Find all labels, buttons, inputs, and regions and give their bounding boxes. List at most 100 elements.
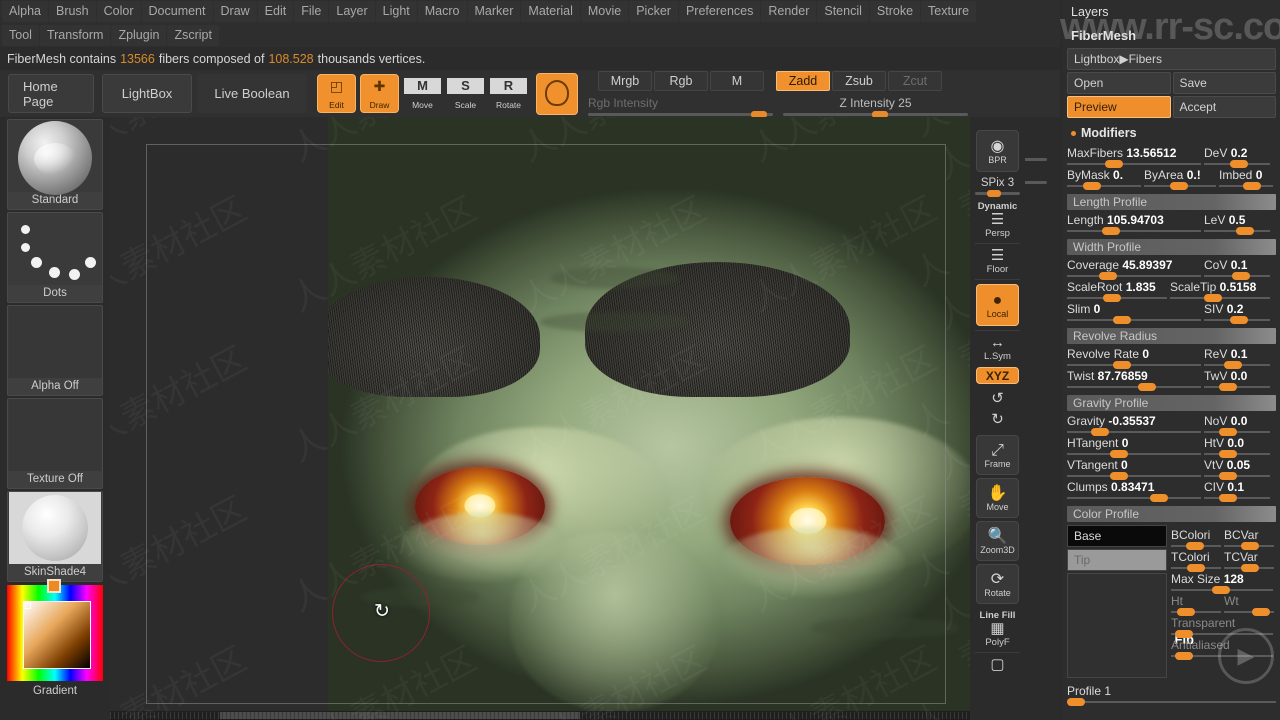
slider-knob[interactable]	[1218, 494, 1237, 502]
fiber-preview-box[interactable]: Fib	[1067, 573, 1194, 678]
rgb-button[interactable]: Rgb	[654, 71, 708, 91]
slider-track[interactable]	[1067, 272, 1201, 280]
slider-knob[interactable]	[1235, 227, 1254, 235]
menu-item-movie[interactable]: Movie	[580, 1, 629, 22]
slider-length[interactable]: Length 105.94703	[1067, 213, 1201, 235]
floor-button[interactable]: ☰ Floor	[976, 248, 1019, 276]
frame-button[interactable]: ⤢ Frame	[976, 435, 1019, 475]
slider-track[interactable]	[1171, 608, 1221, 616]
fibermesh-palette-title[interactable]: FiberMesh	[1063, 23, 1280, 47]
slider-bcvar[interactable]: BCVar	[1224, 528, 1274, 550]
menu-item-picker[interactable]: Picker	[629, 1, 678, 22]
zadd-button[interactable]: Zadd	[776, 71, 830, 91]
z-intensity-slider[interactable]: Z Intensity 25	[783, 96, 968, 118]
slider-knob[interactable]	[1218, 383, 1237, 391]
rotate-cw-button[interactable]: ↻	[976, 412, 1019, 428]
slider-civ[interactable]: CIV 0.1	[1204, 480, 1270, 502]
slider-track[interactable]	[1204, 227, 1270, 235]
rotate-ccw-button[interactable]: ↺	[976, 391, 1019, 407]
slider-knob[interactable]	[1241, 542, 1259, 550]
menu-item-color[interactable]: Color	[96, 1, 141, 22]
slider-nov[interactable]: NoV 0.0	[1204, 414, 1270, 436]
draw-mode-button[interactable]: ✚ Draw	[360, 74, 399, 113]
slider-knob[interactable]	[1112, 361, 1131, 369]
slider-wt[interactable]: Wt	[1224, 594, 1274, 616]
move-view-button[interactable]: ✋ Move	[976, 478, 1019, 518]
slider-knob[interactable]	[1112, 316, 1131, 324]
slider-track[interactable]	[1204, 494, 1270, 502]
slider-track[interactable]	[1067, 294, 1167, 302]
slider-track[interactable]	[1067, 160, 1201, 168]
local-transform-button[interactable]: ● Local	[976, 284, 1019, 326]
length-profile-band[interactable]: Length Profile	[1067, 194, 1276, 210]
slider-knob[interactable]	[1083, 182, 1102, 190]
slider-dev[interactable]: DeV 0.2	[1204, 146, 1270, 168]
slider-clumps[interactable]: Clumps 0.83471	[1067, 480, 1201, 502]
live-boolean-button[interactable]: Live Boolean	[197, 74, 307, 113]
layers-palette-title[interactable]: Layers	[1063, 0, 1280, 23]
slider-bcolori[interactable]: BColori	[1171, 528, 1221, 550]
stroke-slot[interactable]: Dots	[7, 212, 103, 303]
accept-button[interactable]: Accept	[1172, 96, 1276, 118]
slider-knob[interactable]	[1091, 428, 1110, 436]
bpr-render-button[interactable]: ◉ BPR	[976, 130, 1019, 172]
tip-color-swatch[interactable]: Tip	[1067, 549, 1167, 571]
menu-item-material[interactable]: Material	[521, 1, 580, 22]
slider-knob[interactable]	[1204, 294, 1222, 302]
slider-knob[interactable]	[1175, 630, 1194, 638]
slider-knob[interactable]	[1138, 383, 1157, 391]
slider-knob[interactable]	[1099, 272, 1118, 280]
slider-tcvar[interactable]: TCVar	[1224, 550, 1274, 572]
preview-button[interactable]: Preview	[1067, 96, 1171, 118]
viewport-canvas[interactable]: ↻ M 人人素材 人人素材社区人人素材社区人人素材社区人人素材社区人人素材社区人…	[110, 117, 970, 720]
slider-scaletip[interactable]: ScaleTip 0.5158	[1170, 280, 1270, 302]
rotate-mode-button[interactable]: R Rotate	[489, 74, 528, 113]
slider-track[interactable]	[1204, 450, 1270, 458]
menu-item-tool[interactable]: Tool	[2, 24, 39, 46]
home-page-button[interactable]: Home Page	[8, 74, 94, 113]
slider-knob[interactable]	[1230, 316, 1249, 324]
slider-knob[interactable]	[1186, 542, 1204, 550]
slider-track[interactable]	[1204, 428, 1270, 436]
local-symmetry-button[interactable]: ↔ L.Sym	[976, 335, 1019, 363]
lightbox-fibers-button[interactable]: Lightbox▶Fibers	[1067, 48, 1276, 70]
slider-knob[interactable]	[1109, 472, 1128, 480]
spix-label[interactable]: SPix 3	[970, 177, 1025, 189]
slider-knob[interactable]	[1187, 564, 1205, 572]
zsub-button[interactable]: Zsub	[832, 71, 886, 91]
width-profile-band[interactable]: Width Profile	[1067, 239, 1276, 255]
menu-item-stroke[interactable]: Stroke	[869, 1, 921, 22]
perspective-button[interactable]: Dynamic ☰ Persp	[976, 201, 1019, 239]
menu-item-macro[interactable]: Macro	[417, 1, 467, 22]
save-button[interactable]: Save	[1172, 72, 1276, 94]
slider-track[interactable]	[1067, 316, 1201, 324]
slider-knob[interactable]	[1218, 428, 1237, 436]
texture-slot[interactable]: Texture Off	[7, 398, 103, 489]
spix-slider[interactable]	[975, 190, 1020, 197]
slider-knob[interactable]	[1169, 182, 1188, 190]
slider-tcolori[interactable]: TColori	[1171, 550, 1221, 572]
menu-item-render[interactable]: Render	[761, 1, 817, 22]
slider-siv[interactable]: SIV 0.2	[1204, 302, 1270, 324]
slider-track[interactable]	[1067, 361, 1201, 369]
menu-item-layer[interactable]: Layer	[329, 1, 375, 22]
slider-track[interactable]	[1067, 428, 1201, 436]
slider-track[interactable]	[1170, 294, 1270, 302]
canvas-horizontal-scrollbar[interactable]	[110, 711, 970, 720]
revolve-radius-band[interactable]: Revolve Radius	[1067, 328, 1276, 344]
modifiers-section-header[interactable]: Modifiers	[1063, 120, 1280, 143]
slider-scaleroot[interactable]: ScaleRoot 1.835	[1067, 280, 1167, 302]
slider-twv[interactable]: TwV 0.0	[1204, 369, 1270, 391]
profile1-slider[interactable]: Profile 1	[1067, 684, 1276, 706]
slider-knob[interactable]	[1211, 586, 1230, 594]
slider-track[interactable]	[1171, 564, 1221, 572]
slider-knob[interactable]	[1218, 472, 1237, 480]
slider-maxfibers[interactable]: MaxFibers 13.56512	[1067, 146, 1201, 168]
mrgb-button[interactable]: Mrgb	[598, 71, 652, 91]
slider-track[interactable]	[1204, 272, 1270, 280]
slider-bymask[interactable]: ByMask 0.	[1067, 168, 1141, 190]
slider-cov[interactable]: CoV 0.1	[1204, 258, 1270, 280]
menu-item-edit[interactable]: Edit	[257, 1, 294, 22]
lightbox-button[interactable]: LightBox	[102, 74, 192, 113]
slider-twist[interactable]: Twist 87.76859	[1067, 369, 1201, 391]
